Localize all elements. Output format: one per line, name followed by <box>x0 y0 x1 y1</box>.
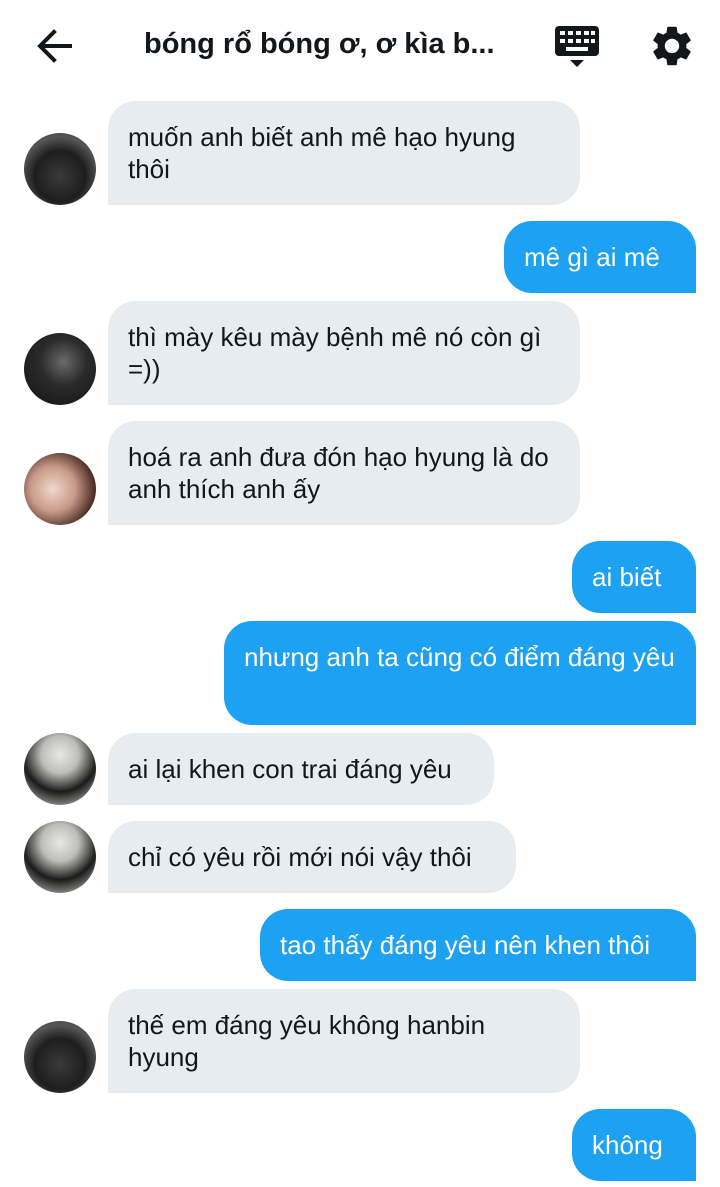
message-bubble-outgoing[interactable]: nhưng anh ta cũng có điểm đáng yêu <box>224 621 696 725</box>
message-bubble-incoming[interactable]: muốn anh biết anh mê hạo hyung thôi <box>108 101 580 205</box>
message-bubble-incoming[interactable]: thế em đáng yêu không hanbin hyung <box>108 989 580 1093</box>
message-bubble-incoming[interactable]: ai lại khen con trai đáng yêu <box>108 733 494 805</box>
message-bubble-incoming[interactable]: hoá ra anh đưa đón hạo hyung là do anh t… <box>108 421 580 525</box>
message-bubble-outgoing[interactable]: mê gì ai mê <box>504 221 696 293</box>
avatar[interactable] <box>24 333 96 405</box>
message-bubble-incoming[interactable]: chỉ có yêu rồi mới nói vậy thôi <box>108 821 516 893</box>
gear-icon <box>653 26 691 66</box>
keyboard-button[interactable] <box>550 20 604 72</box>
keyboard-icon <box>555 26 599 67</box>
message-bubble-incoming[interactable]: thì mày kêu mày bệnh mê nó còn gì =)) <box>108 301 580 405</box>
message-bubble-outgoing[interactable]: tao thấy đáng yêu nên khen thôi <box>260 909 696 981</box>
message-bubble-outgoing[interactable]: ai biết <box>572 541 696 613</box>
avatar[interactable] <box>24 821 96 893</box>
avatar[interactable] <box>24 1021 96 1093</box>
avatar[interactable] <box>24 733 96 805</box>
back-button[interactable] <box>30 22 78 70</box>
arrow-left-icon <box>37 29 72 63</box>
conversation-header: bóng rổ bóng ơ, ơ kìa b... <box>0 0 720 90</box>
conversation-title[interactable]: bóng rổ bóng ơ, ơ kìa b... <box>144 28 504 61</box>
message-bubble-outgoing[interactable]: không <box>572 1109 696 1181</box>
avatar[interactable] <box>24 133 96 205</box>
avatar[interactable] <box>24 453 96 525</box>
settings-button[interactable] <box>648 22 696 70</box>
